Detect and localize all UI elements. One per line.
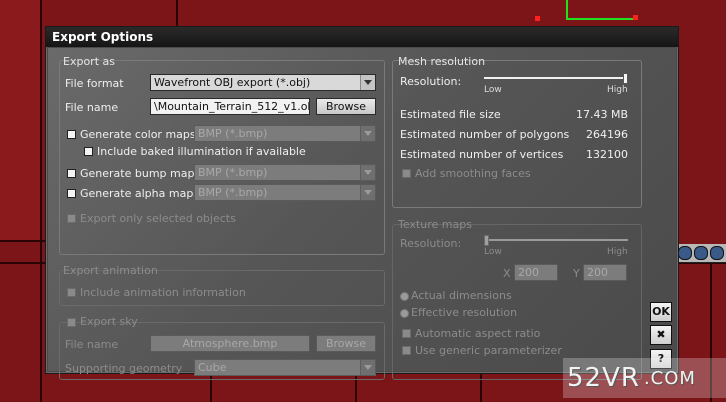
chevron-down-icon (360, 75, 375, 90)
export-animation-title: Export animation (63, 264, 158, 277)
texture-x-input[interactable]: 200 (514, 264, 558, 281)
bump-maps-label: Generate bump maps (80, 167, 201, 180)
gizmo-point (633, 15, 638, 20)
chevron-down-icon (360, 185, 375, 200)
selected-only-label: Export only selected objects (80, 212, 236, 225)
bump-maps-checkbox[interactable] (67, 169, 76, 178)
sky-file-name-label: File name (65, 338, 119, 351)
file-format-value: Wavefront OBJ export (*.obj) (154, 76, 311, 89)
smoothing-faces-checkbox[interactable] (402, 169, 411, 178)
texture-maps-title: Texture maps (398, 218, 472, 231)
texture-high-label: High (607, 247, 628, 257)
texture-low-label: Low (484, 247, 502, 257)
color-maps-label: Generate color maps (80, 128, 196, 141)
generic-parameterizer-checkbox[interactable] (402, 346, 411, 355)
generic-parameterizer-label: Use generic parameterizer (415, 344, 562, 357)
export-sky-title: Export sky (80, 315, 138, 328)
alpha-maps-format-value: BMP (*.bmp) (198, 186, 268, 199)
mesh-resolution-slider-track[interactable] (484, 77, 628, 79)
mesh-low-label: Low (484, 85, 502, 95)
cancel-button[interactable]: ✖ (650, 325, 672, 345)
viewport-divider (40, 0, 42, 402)
alpha-maps-checkbox[interactable] (67, 189, 76, 198)
chevron-down-icon (360, 360, 375, 375)
viewport-divider (176, 0, 178, 26)
actual-dimensions-label: Actual dimensions (411, 289, 512, 302)
texture-x-label: X (503, 267, 511, 280)
include-animation-checkbox[interactable] (67, 288, 76, 297)
chevron-down-icon (360, 126, 375, 141)
actual-dimensions-radio[interactable] (400, 292, 409, 301)
dialog-title: Export Options (46, 27, 678, 47)
sky-file-name-input[interactable]: Atmosphere.bmp (150, 335, 310, 352)
bump-maps-format-value: BMP (*.bmp) (198, 166, 268, 179)
texture-y-input[interactable]: 200 (583, 264, 627, 281)
include-animation-label: Include animation information (80, 286, 246, 299)
texture-resolution-slider-track[interactable] (484, 239, 628, 241)
export-as-title: Export as (63, 55, 115, 68)
baked-illumination-checkbox[interactable] (84, 147, 93, 156)
mesh-resolution-label: Resolution: (400, 75, 462, 88)
effective-resolution-radio[interactable] (400, 309, 409, 318)
est-file-size-value: 17.43 MB (575, 108, 628, 121)
camera-icon[interactable] (694, 246, 708, 260)
chevron-down-icon (360, 165, 375, 180)
color-maps-format-select[interactable]: BMP (*.bmp) (194, 125, 376, 142)
texture-resolution-slider-thumb[interactable] (484, 235, 489, 246)
export-options-dialog: Export Options Export as File format Wav… (45, 26, 679, 380)
supporting-geometry-select[interactable]: Cube (194, 359, 376, 376)
file-name-input[interactable]: \Mountain_Terrain_512_v1.obj (150, 98, 310, 115)
gizmo-axis-y (566, 0, 568, 20)
texture-y-label: Y (573, 267, 580, 280)
est-polygons-label: Estimated number of polygons (400, 128, 570, 141)
supporting-geometry-label: Supporting geometry (65, 362, 183, 375)
watermark: 52VR .COM (563, 358, 726, 398)
watermark-main: 52VR (567, 363, 640, 393)
camera-icon[interactable] (678, 246, 692, 260)
est-file-size-label: Estimated file size (400, 108, 501, 121)
watermark-tld: .COM (643, 367, 696, 389)
alpha-maps-label: Generate alpha maps (80, 187, 200, 200)
color-maps-checkbox[interactable] (67, 130, 76, 139)
effective-resolution-label: Effective resolution (411, 306, 518, 319)
selected-only-checkbox[interactable] (67, 214, 76, 223)
viewport-divider (0, 262, 45, 264)
gizmo-point (535, 16, 540, 21)
baked-illumination-label: Include baked illumination if available (97, 145, 306, 158)
ok-button[interactable]: OK (650, 302, 672, 322)
auto-aspect-checkbox[interactable] (402, 329, 411, 338)
dialog-body: Export as File format Wavefront OBJ expo… (48, 48, 676, 380)
est-polygons-value: 264196 (586, 128, 628, 141)
sky-browse-button[interactable]: Browse (316, 335, 376, 352)
file-format-select[interactable]: Wavefront OBJ export (*.obj) (150, 74, 376, 91)
mesh-high-label: High (607, 85, 628, 95)
mesh-resolution-slider-thumb[interactable] (623, 73, 628, 84)
viewport-toolstrip (676, 244, 726, 263)
export-sky-checkbox[interactable] (67, 318, 76, 327)
mesh-resolution-title: Mesh resolution (398, 55, 486, 68)
supporting-geometry-value: Cube (198, 361, 227, 374)
alpha-maps-format-select[interactable]: BMP (*.bmp) (194, 184, 376, 201)
viewport-divider (0, 240, 45, 242)
smoothing-faces-label: Add smoothing faces (415, 167, 531, 180)
est-vertices-label: Estimated number of vertices (400, 148, 564, 161)
browse-button[interactable]: Browse (316, 98, 376, 115)
file-format-label: File format (65, 77, 124, 90)
color-maps-format-value: BMP (*.bmp) (198, 127, 268, 140)
viewport-pane-left (0, 0, 40, 240)
camera-icon[interactable] (710, 246, 724, 260)
est-vertices-value: 132100 (586, 148, 628, 161)
close-icon: ✖ (656, 328, 666, 341)
auto-aspect-label: Automatic aspect ratio (415, 327, 541, 340)
gizmo-axis-x (566, 18, 636, 20)
file-name-label: File name (65, 101, 119, 114)
bump-maps-format-select[interactable]: BMP (*.bmp) (194, 164, 376, 181)
texture-resolution-label: Resolution: (400, 237, 462, 250)
